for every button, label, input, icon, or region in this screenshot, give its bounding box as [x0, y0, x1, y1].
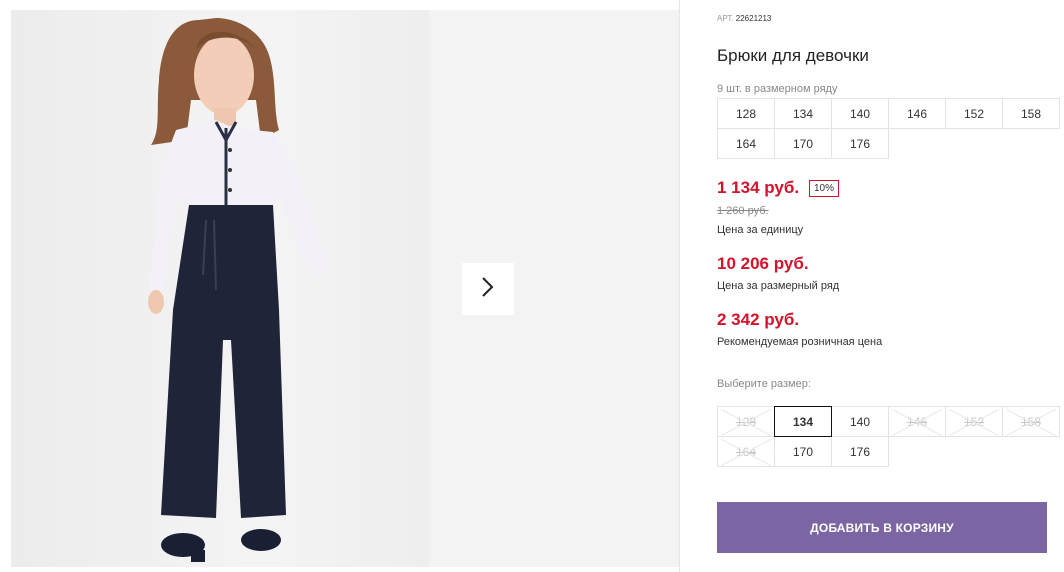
pack-price: 10 206 руб. [717, 254, 809, 273]
pack-size-cell: 164 [717, 128, 775, 159]
unit-price: 1 134 руб. [717, 178, 800, 197]
size-option[interactable]: 170 [774, 436, 832, 467]
product-title: Брюки для девочки [717, 46, 869, 65]
product-gallery [11, 10, 680, 567]
pack-sizes-grid: 128 134 140 146 152 158 164 170 176 [717, 98, 1060, 159]
pack-size-cell: 128 [717, 98, 775, 129]
pack-size-cell: 176 [831, 128, 889, 159]
size-option-unavailable: 128 [717, 406, 775, 437]
size-selector: 128 134 140 146 152 158 164 170 176 [717, 406, 1060, 467]
size-option-unavailable: 164 [717, 436, 775, 467]
pack-count-label: 9 шт. в размерном ряду [717, 83, 838, 95]
panel-divider [679, 0, 680, 572]
pack-price-caption: Цена за размерный ряд [717, 280, 840, 292]
choose-size-label: Выберите размер: [717, 378, 811, 390]
size-option-unavailable: 146 [888, 406, 946, 437]
article-number: 22621213 [735, 14, 772, 23]
pack-size-cell: 140 [831, 98, 889, 129]
pack-size-cell: 170 [774, 128, 832, 159]
pack-size-cell: 134 [774, 98, 832, 129]
size-option-selected[interactable]: 134 [774, 406, 832, 437]
size-option[interactable]: 140 [831, 406, 889, 437]
article-line: АРТ. 22621213 [717, 14, 771, 23]
discount-badge: 10% [809, 180, 840, 197]
article-label: АРТ. [717, 14, 734, 23]
retail-price-caption: Рекомендуемая розничная цена [717, 336, 883, 348]
unit-price-caption: Цена за единицу [717, 224, 804, 236]
size-option-unavailable: 158 [1002, 406, 1060, 437]
pack-size-cell: 152 [945, 98, 1003, 129]
size-option-unavailable: 152 [945, 406, 1003, 437]
retail-price: 2 342 руб. [717, 310, 800, 329]
add-to-cart-button[interactable]: ДОБАВИТЬ В КОРЗИНУ [717, 502, 1047, 553]
pack-size-cell: 158 [1002, 98, 1060, 129]
size-option[interactable]: 176 [831, 436, 889, 467]
old-price: 1 260 руб. [717, 205, 769, 217]
pack-size-cell: 146 [888, 98, 946, 129]
gallery-next-button[interactable] [462, 263, 514, 315]
chevron-right-icon [480, 275, 496, 304]
product-photo [11, 10, 429, 567]
